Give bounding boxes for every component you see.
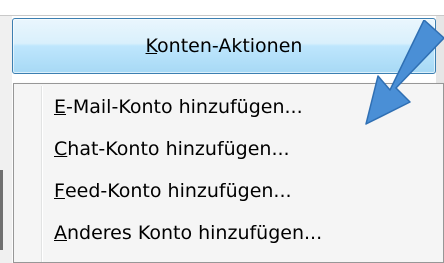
menu-item-email-accel: E <box>54 96 67 118</box>
menu-item-other-accel: A <box>54 222 67 244</box>
menu-item-feed-label: eed-Konto hinzufügen... <box>64 180 292 202</box>
menu-item-other-account[interactable]: Anderes Konto hinzufügen... <box>54 215 424 251</box>
top-window-edge <box>0 0 444 16</box>
menu-item-email-account[interactable]: E -Mail-Konto hinzufügen... <box>54 89 424 125</box>
menu-item-email-label: -Mail-Konto hinzufügen... <box>66 96 303 118</box>
konten-aktionen-text: onten-Aktionen <box>157 35 303 57</box>
menu-item-chat-accel: C <box>54 138 68 160</box>
menu-item-feed-account[interactable]: Feed-Konto hinzufügen... <box>54 173 424 209</box>
menu-item-feed-accel: F <box>54 180 65 202</box>
konten-aktionen-button[interactable]: Konten-Aktionen <box>12 18 436 74</box>
window-left-edge-mark <box>0 170 3 250</box>
konten-aktionen-menu: E -Mail-Konto hinzufügen... Chat-Konto hi… <box>13 83 444 263</box>
menu-icon-gutter <box>41 86 43 262</box>
menu-item-other-label: nderes Konto hinzufügen... <box>67 222 323 244</box>
konten-aktionen-label: Konten-Aktionen <box>146 35 303 57</box>
menu-item-chat-account[interactable]: Chat-Konto hinzufügen... <box>54 131 424 167</box>
konten-aktionen-accel: K <box>145 35 158 57</box>
menu-item-chat-label: hat-Konto hinzufügen... <box>67 138 290 160</box>
